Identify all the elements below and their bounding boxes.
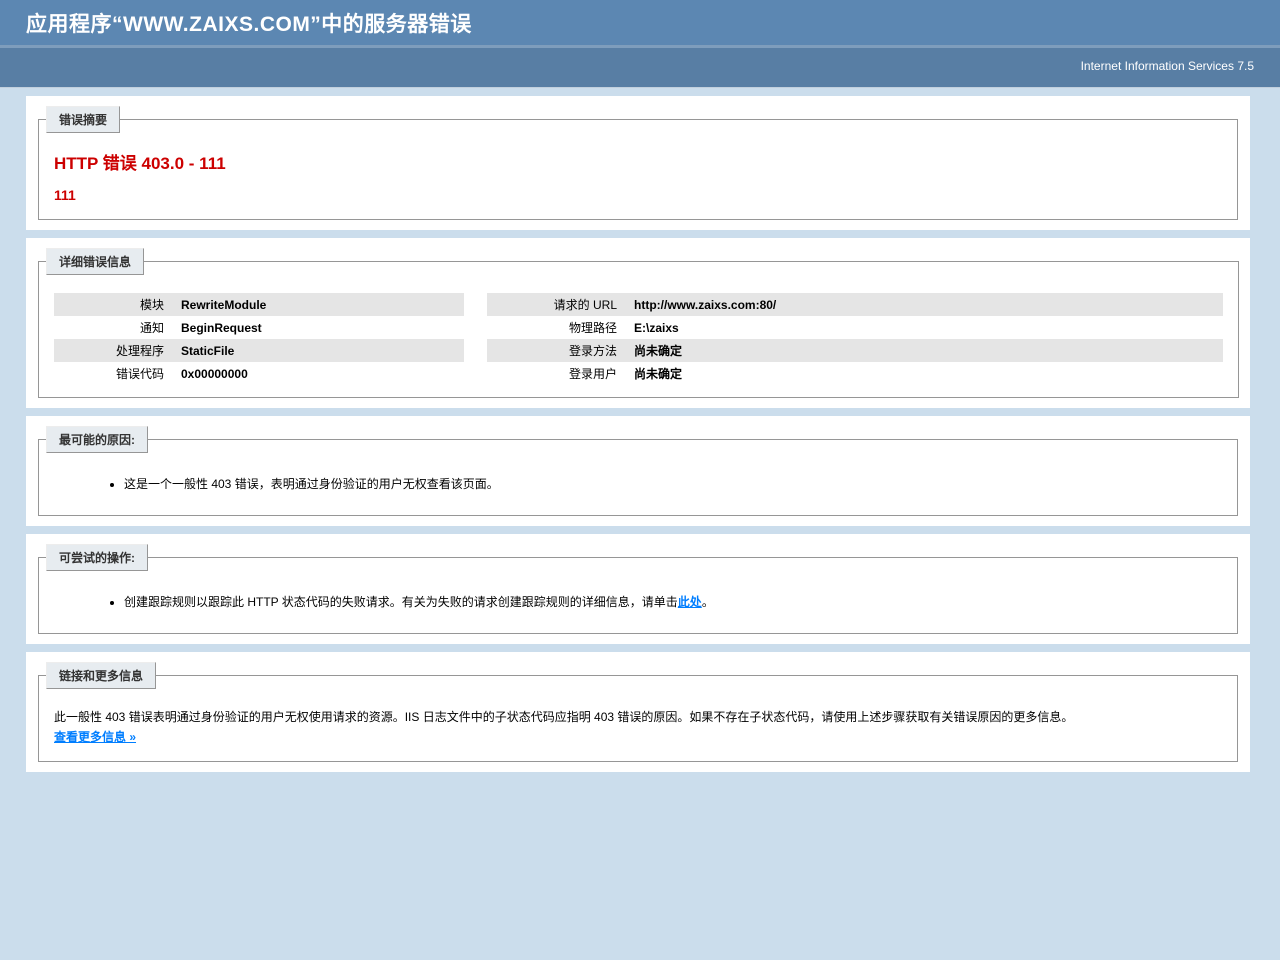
detail-row: 物理路径E:\zaixs [487,316,1223,339]
error-summary-section: 错误摘要 HTTP 错误 403.0 - 111 111 [26,96,1250,230]
causes-fieldset: 最可能的原因: 这是一个一般性 403 错误，表明通过身份验证的用户无权查看该页… [38,426,1238,516]
http-error-detail: 111 [54,187,1222,203]
detail-row: 登录用户尚未确定 [487,362,1223,385]
detail-label: 物理路径 [487,316,627,339]
detail-label: 登录方法 [487,339,627,362]
detail-label: 模块 [54,293,174,316]
content-area: 错误摘要 HTTP 错误 403.0 - 111 111 详细错误信息 模块Re… [26,96,1280,772]
links-legend: 链接和更多信息 [46,662,156,689]
more-info-link[interactable]: 查看更多信息 » [54,730,136,744]
links-section: 链接和更多信息 此一般性 403 错误表明通过身份验证的用户无权使用请求的资源。… [26,652,1250,772]
detailed-error-legend: 详细错误信息 [46,248,144,275]
more-info-link-row: 查看更多信息 » [54,728,1222,745]
details-table-right: 请求的 URLhttp://www.zaixs.com:80/物理路径E:\za… [487,293,1223,385]
detail-value: 尚未确定 [627,362,1223,385]
detail-value: 0x00000000 [174,362,464,385]
error-summary-legend: 错误摘要 [46,106,120,133]
detail-value: 尚未确定 [627,339,1223,362]
details-table-left: 模块RewriteModule通知BeginRequest处理程序StaticF… [54,293,464,385]
causes-list: 这是一个一般性 403 错误，表明通过身份验证的用户无权查看该页面。 [124,475,1222,493]
detail-value: RewriteModule [174,293,464,316]
server-version-bar: Internet Information Services 7.5 [0,45,1280,88]
detail-row: 处理程序StaticFile [54,339,464,362]
detail-value: E:\zaixs [627,316,1223,339]
actions-list: 创建跟踪规则以跟踪此 HTTP 状态代码的失败请求。有关为失败的请求创建跟踪规则… [124,593,1222,611]
detail-row: 请求的 URLhttp://www.zaixs.com:80/ [487,293,1223,316]
causes-legend: 最可能的原因: [46,426,148,453]
actions-fieldset: 可尝试的操作: 创建跟踪规则以跟踪此 HTTP 状态代码的失败请求。有关为失败的… [38,544,1238,634]
detail-row: 通知BeginRequest [54,316,464,339]
detail-label: 通知 [54,316,174,339]
error-summary-fieldset: 错误摘要 HTTP 错误 403.0 - 111 111 [38,106,1238,220]
links-paragraph: 此一般性 403 错误表明通过身份验证的用户无权使用请求的资源。IIS 日志文件… [54,709,1222,726]
page-title: 应用程序“WWW.ZAIXS.COM”中的服务器错误 [26,8,472,38]
here-link[interactable]: 此处 [678,595,702,609]
server-version-text: Internet Information Services 7.5 [1081,59,1254,73]
detail-value: http://www.zaixs.com:80/ [627,293,1223,316]
cause-item: 这是一个一般性 403 错误，表明通过身份验证的用户无权查看该页面。 [124,475,1222,493]
detail-value: BeginRequest [174,316,464,339]
detail-label: 错误代码 [54,362,174,385]
detailed-error-fieldset: 详细错误信息 模块RewriteModule通知BeginRequest处理程序… [38,248,1239,398]
action-text-prefix: 创建跟踪规则以跟踪此 HTTP 状态代码的失败请求。有关为失败的请求创建跟踪规则… [124,595,678,609]
detail-row: 登录方法尚未确定 [487,339,1223,362]
links-fieldset: 链接和更多信息 此一般性 403 错误表明通过身份验证的用户无权使用请求的资源。… [38,662,1238,762]
causes-section: 最可能的原因: 这是一个一般性 403 错误，表明通过身份验证的用户无权查看该页… [26,416,1250,526]
detailed-error-section: 详细错误信息 模块RewriteModule通知BeginRequest处理程序… [26,238,1250,408]
detail-row: 错误代码0x00000000 [54,362,464,385]
detail-row: 模块RewriteModule [54,293,464,316]
detail-label: 请求的 URL [487,293,627,316]
detail-tables: 模块RewriteModule通知BeginRequest处理程序StaticF… [54,293,1223,385]
actions-legend: 可尝试的操作: [46,544,148,571]
detail-label: 登录用户 [487,362,627,385]
page-header: 应用程序“WWW.ZAIXS.COM”中的服务器错误 [0,0,1280,45]
action-item: 创建跟踪规则以跟踪此 HTTP 状态代码的失败请求。有关为失败的请求创建跟踪规则… [124,593,1222,611]
detail-label: 处理程序 [54,339,174,362]
action-text-suffix: 。 [702,595,714,609]
http-error-title: HTTP 错误 403.0 - 111 [54,149,1222,174]
actions-section: 可尝试的操作: 创建跟踪规则以跟踪此 HTTP 状态代码的失败请求。有关为失败的… [26,534,1250,644]
detail-value: StaticFile [174,339,464,362]
